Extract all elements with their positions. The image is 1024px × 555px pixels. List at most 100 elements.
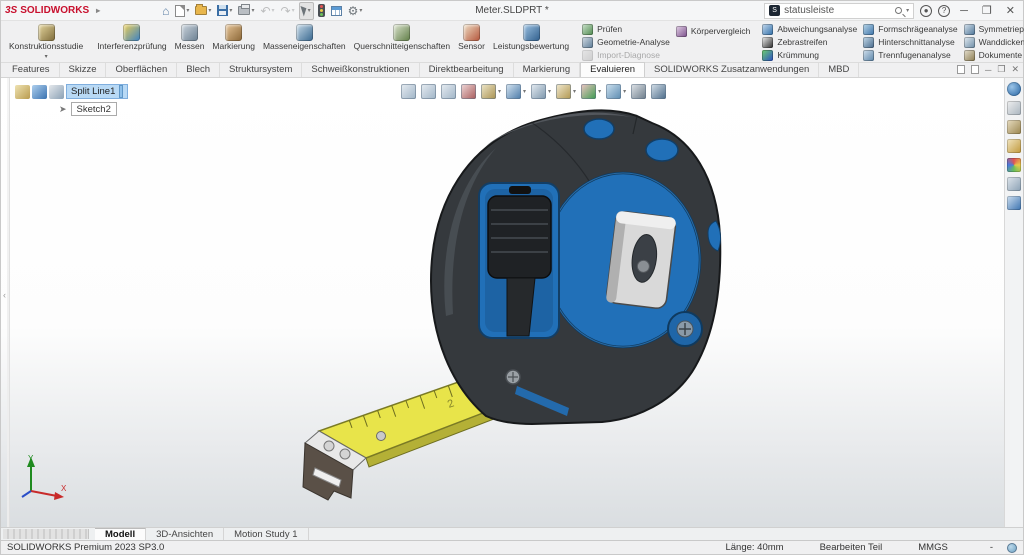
- redo-icon[interactable]: ↷▾: [279, 2, 297, 20]
- pane-splitter-grip[interactable]: [3, 529, 89, 539]
- home-icon[interactable]: ⌂: [160, 2, 171, 20]
- parting-line-analysis-icon: [863, 50, 874, 61]
- minimize-button[interactable]: ─: [956, 5, 972, 17]
- measurement-readout: Länge: 40mm: [707, 542, 801, 553]
- design-library-icon[interactable]: [1007, 120, 1021, 134]
- ribbon-item-trennfugenanalyse[interactable]: Trennfugenanalyse: [863, 49, 957, 61]
- ribbon-stack-compare: Körpervergleich: [673, 22, 754, 62]
- pane-doc-icon-1[interactable]: [957, 65, 965, 74]
- command-manager-tabs: Features Skizze Oberflächen Blech Strukt…: [1, 63, 1023, 78]
- doc-minimize-icon[interactable]: ─: [985, 65, 991, 75]
- ribbon-stack-check: Prüfen Geometrie-Analyse Import-Diagnose: [579, 22, 673, 62]
- logo-mark: 3S: [5, 5, 17, 16]
- ribbon-item-abweichungsanalyse[interactable]: Abweichungsanalyse: [762, 23, 857, 35]
- task-pane-strip: [1004, 78, 1023, 531]
- open-icon[interactable]: ▾: [193, 2, 213, 20]
- ribbon-item-pruefen[interactable]: Prüfen: [582, 23, 670, 35]
- search-icon[interactable]: [895, 7, 902, 14]
- ribbon-button-markierung[interactable]: Markierung: [208, 22, 259, 62]
- graphics-viewport[interactable]: ‹ Split Line1 ➤ Sketch2 ▾ ▾ ▾ ▾ ▾ ▾: [1, 78, 1023, 531]
- close-button[interactable]: ✕: [1002, 4, 1019, 17]
- rebuild-traffic-light-icon[interactable]: [316, 2, 327, 20]
- splitter-arrow-icon[interactable]: ‹: [3, 290, 6, 300]
- ribbon-item-hinterschnittanalyse[interactable]: Hinterschnittanalyse: [863, 36, 957, 48]
- ribbon-button-konstruktionsstudie[interactable]: Konstruktionsstudie ▾: [5, 22, 87, 62]
- tab-markierung[interactable]: Markierung: [514, 63, 581, 77]
- tab-schweisskonstruktionen[interactable]: Schweißkonstruktionen: [302, 63, 419, 77]
- tab-mbd[interactable]: MBD: [819, 63, 859, 77]
- tab-struktursystem[interactable]: Struktursystem: [220, 63, 302, 77]
- app-version-text: SOLIDWORKS Premium 2023 SP3.0: [7, 542, 164, 553]
- file-explorer-icon[interactable]: [1007, 139, 1021, 153]
- tab-blech[interactable]: Blech: [177, 63, 220, 77]
- 3dexperience-icon[interactable]: [1007, 82, 1021, 96]
- new-document-icon[interactable]: ▾: [173, 2, 191, 20]
- command-search-input[interactable]: S statusleiste ▾: [764, 3, 914, 19]
- undo-icon[interactable]: ↶▾: [258, 2, 276, 20]
- tab-modell[interactable]: Modell: [95, 528, 146, 540]
- ribbon-button-querschnitteigenschaften[interactable]: Querschnitteigenschaften: [350, 22, 454, 62]
- ribbon-item-import-diagnose[interactable]: Import-Diagnose: [582, 49, 670, 61]
- save-icon[interactable]: ▾: [215, 2, 234, 20]
- triad-x-label: X: [61, 484, 67, 493]
- units-selector[interactable]: MMGS: [900, 542, 976, 553]
- doc-close-icon[interactable]: ✕: [1011, 64, 1019, 75]
- ribbon-item-koerpervergleich[interactable]: Körpervergleich: [676, 25, 751, 37]
- custom-properties-icon[interactable]: [1007, 177, 1021, 191]
- tab-zusatzanwendungen[interactable]: SOLIDWORKS Zusatzanwendungen: [645, 63, 819, 77]
- triad-y-label: Y: [28, 454, 34, 463]
- command-search-icon: S: [769, 5, 780, 16]
- options-grid-icon[interactable]: [329, 2, 344, 20]
- ribbon-item-geometrie-analyse[interactable]: Geometrie-Analyse: [582, 36, 670, 48]
- tab-direktbearbeitung[interactable]: Direktbearbeitung: [420, 63, 514, 77]
- help-icon[interactable]: ?: [938, 5, 950, 17]
- pane-doc-icon-2[interactable]: [971, 65, 979, 74]
- ribbon-button-interferenzpruefung[interactable]: Interferenzprüfung: [93, 22, 170, 62]
- solidworks-window: 3S SOLIDWORKS ▸ ⌂ ▾ ▾ ▾ ▾ ↶▾ ↷▾ ▾ ⚙▾ Met…: [0, 0, 1024, 555]
- feature-tree-splitter[interactable]: ‹: [7, 78, 10, 531]
- pointer-icon: ➤: [59, 104, 67, 115]
- home-icon[interactable]: [1007, 101, 1021, 115]
- globe-status-icon[interactable]: [1007, 543, 1017, 553]
- markup-icon: [225, 24, 242, 41]
- chevron-right-icon[interactable]: ▸: [96, 6, 100, 15]
- tab-features[interactable]: Features: [3, 63, 60, 77]
- appearances-icon[interactable]: [1007, 158, 1021, 172]
- print-icon[interactable]: ▾: [236, 2, 256, 20]
- document-tabs: Modell 3D-Ansichten Motion Study 1: [1, 527, 1023, 540]
- units-dropdown[interactable]: -: [976, 542, 1007, 553]
- ribbon-item-symmetriepruefung[interactable]: Symmetrieprüfung: [964, 23, 1024, 35]
- ribbon-stack-analysis-1: Abweichungsanalyse Zebrastreifen Krümmun…: [759, 22, 860, 62]
- doc-restore-icon[interactable]: ❐: [997, 64, 1005, 75]
- split-line-feature-icon[interactable]: [49, 85, 64, 99]
- restore-button[interactable]: ❐: [978, 4, 996, 17]
- ribbon-button-sensor[interactable]: Sensor: [454, 22, 489, 62]
- ribbon-stack-analysis-3: Symmetrieprüfung Wanddicken-Analyse Doku…: [961, 22, 1024, 62]
- user-icon[interactable]: ●: [920, 5, 932, 17]
- tab-3d-ansichten[interactable]: 3D-Ansichten: [146, 528, 224, 540]
- breadcrumb-feature-chip[interactable]: Split Line1: [66, 84, 128, 99]
- ribbon-item-formschraegeanalyse[interactable]: Formschrägeanalyse: [863, 23, 957, 35]
- ribbon-item-kruemmung[interactable]: Krümmung: [762, 49, 857, 61]
- ribbon-button-leistungsbewertung[interactable]: Leistungsbewertung: [489, 22, 573, 62]
- gear-icon[interactable]: ⚙▾: [346, 2, 365, 20]
- ribbon-item-dokumente-vergleichen[interactable]: Dokumente vergleichen: [964, 49, 1024, 61]
- ribbon-item-zebrastreifen[interactable]: Zebrastreifen: [762, 36, 857, 48]
- ribbon-button-masseneigenschaften[interactable]: Masseneigenschaften: [259, 22, 350, 62]
- tape-measure-model[interactable]: 2 3: [281, 86, 751, 526]
- ribbon-button-messen[interactable]: Messen: [171, 22, 209, 62]
- draft-analysis-icon: [863, 24, 874, 35]
- breadcrumb-sketch-chip[interactable]: Sketch2: [71, 102, 117, 116]
- part-icon[interactable]: [15, 85, 30, 99]
- forum-icon[interactable]: [1007, 196, 1021, 210]
- select-arrow-icon[interactable]: ▾: [299, 2, 314, 20]
- ribbon-item-wanddicken-analyse[interactable]: Wanddicken-Analyse: [964, 36, 1024, 48]
- import-diagnostics-icon: [582, 50, 593, 61]
- tab-oberflaechen[interactable]: Oberflächen: [106, 63, 177, 77]
- tab-evaluieren[interactable]: Evaluieren: [580, 62, 645, 77]
- search-dropdown-icon[interactable]: ▾: [906, 7, 909, 14]
- tab-skizze[interactable]: Skizze: [60, 63, 107, 77]
- compare-documents-icon: [964, 50, 975, 61]
- solid-body-icon[interactable]: [32, 85, 47, 99]
- tab-motion-study[interactable]: Motion Study 1: [224, 528, 308, 540]
